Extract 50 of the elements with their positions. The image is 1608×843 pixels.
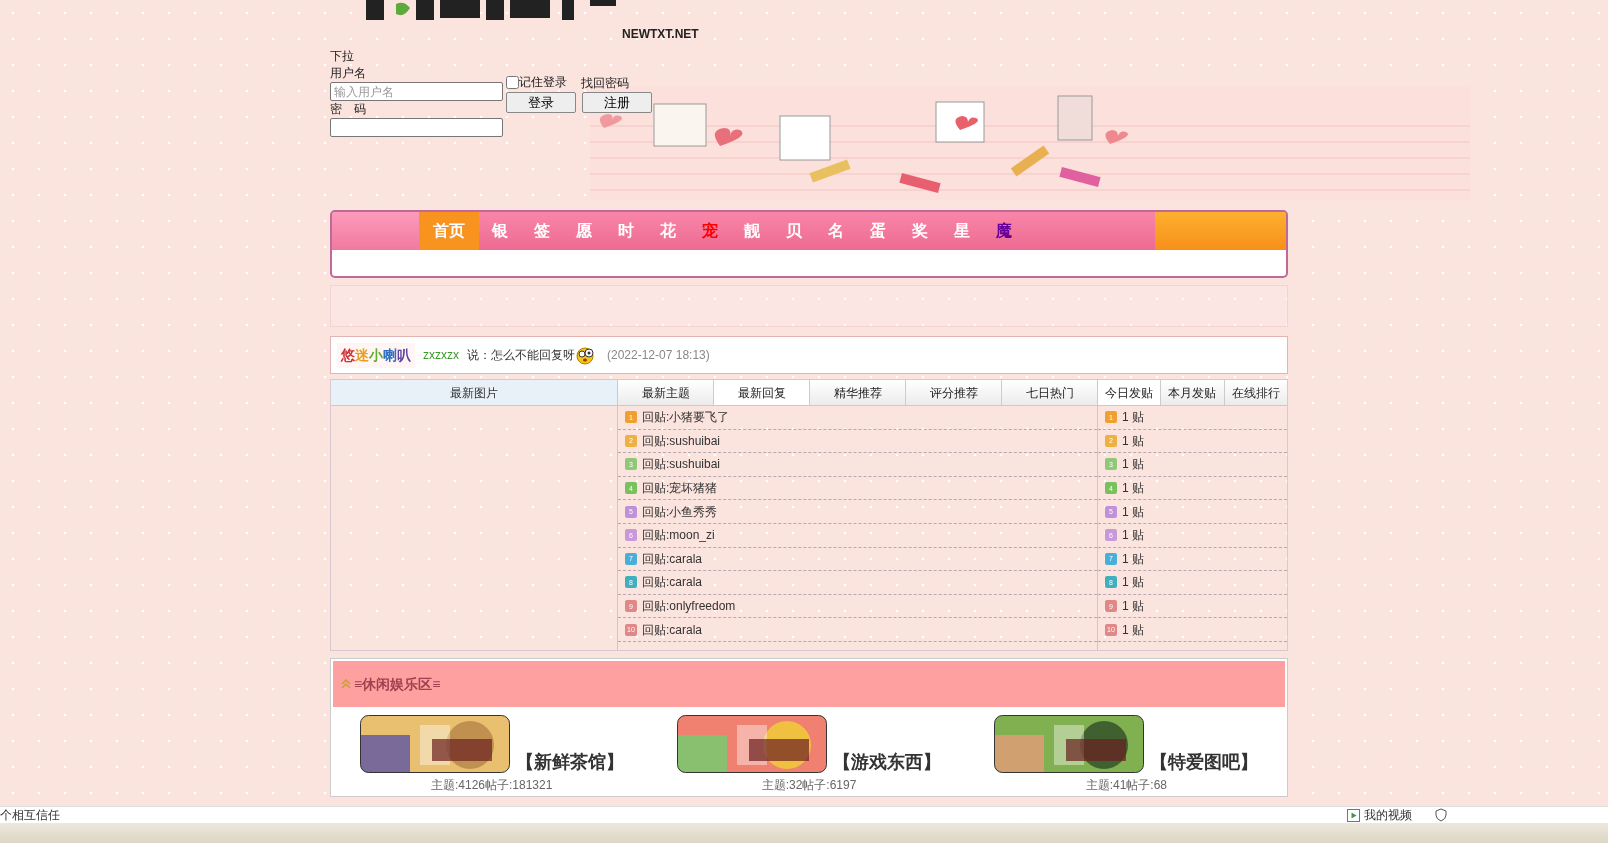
board-link[interactable]: 【游戏东西】 — [833, 751, 941, 773]
forgot-password-link[interactable]: 找回密码 — [581, 75, 629, 92]
shout-message: 说：怎么不能回复呀 — [467, 347, 575, 364]
dropdown-link[interactable]: 下拉 — [330, 48, 503, 65]
post-count: 1 贴 — [1122, 550, 1144, 568]
section-title: ≡休闲娱乐区≡ — [354, 674, 441, 694]
post-count: 1 贴 — [1122, 527, 1144, 545]
thread-link[interactable]: 回贴:sushuibai — [642, 431, 721, 450]
username-label: 用户名 — [330, 65, 367, 82]
post-count: 1 贴 — [1122, 456, 1144, 474]
play-icon[interactable] — [1347, 808, 1360, 822]
shoutbox-logo: 悠迷小喇叭 — [337, 342, 415, 368]
shout-time: (2022-12-07 18:13) — [607, 347, 710, 364]
board-stats: 主题:32帖子:6197 — [761, 777, 857, 794]
post-count: 1 贴 — [1122, 432, 1144, 450]
tab[interactable]: 今日发贴 — [1098, 380, 1162, 405]
thread-link[interactable]: 回贴:小鱼秀秀 — [642, 502, 718, 521]
board-link[interactable]: 【新鲜茶馆】 — [515, 751, 624, 773]
tab[interactable]: 最新回复 — [714, 380, 810, 405]
register-button[interactable]: 注册 — [582, 92, 652, 113]
logo-text: NEWTXT.NET — [622, 28, 699, 40]
thread-link[interactable]: 回贴:carala — [642, 549, 703, 568]
board-link[interactable]: 【特爱图吧】 — [1150, 751, 1259, 773]
post-count: 1 贴 — [1122, 409, 1144, 427]
thread-link[interactable]: 回贴:小猪要飞了 — [642, 408, 730, 427]
thread-link[interactable]: 回贴:宠坏猪猪 — [642, 479, 718, 498]
board-stats: 主题:4126帖子:181321 — [430, 777, 553, 794]
login-button[interactable]: 登录 — [506, 92, 576, 113]
password-field[interactable] — [330, 118, 503, 137]
board-stats: 主题:41帖子:68 — [1085, 777, 1167, 794]
nav-link[interactable]: 魔 — [983, 212, 1025, 250]
post-count: 1 贴 — [1122, 503, 1144, 521]
post-count: 1 贴 — [1122, 574, 1144, 592]
post-count: 1 贴 — [1122, 480, 1144, 498]
video-link[interactable]: 我的视频 — [1364, 806, 1412, 824]
status-text: 个相互信任 — [0, 807, 60, 824]
post-count: 1 贴 — [1122, 621, 1144, 639]
user-link[interactable]: zxzxzx — [423, 346, 459, 364]
thread-link[interactable]: 回贴:onlyfreedom — [642, 597, 736, 616]
password-label: 密 码 — [330, 101, 367, 118]
thread-link[interactable]: 回贴:moon_zi — [642, 526, 715, 545]
shield-icon[interactable] — [1434, 808, 1448, 822]
username-field[interactable]: 输入用户名 — [330, 82, 503, 101]
remember-label: 记住登录 — [519, 74, 567, 91]
pictures-heading: 最新图片 — [450, 384, 498, 402]
thread-link[interactable]: 回贴:carala — [642, 620, 703, 639]
post-count: 1 贴 — [1122, 598, 1144, 616]
thread-link[interactable]: 回贴:sushuibai — [642, 455, 721, 474]
remember-checkbox[interactable] — [506, 76, 519, 89]
thread-link[interactable]: 回贴:carala — [642, 573, 703, 592]
